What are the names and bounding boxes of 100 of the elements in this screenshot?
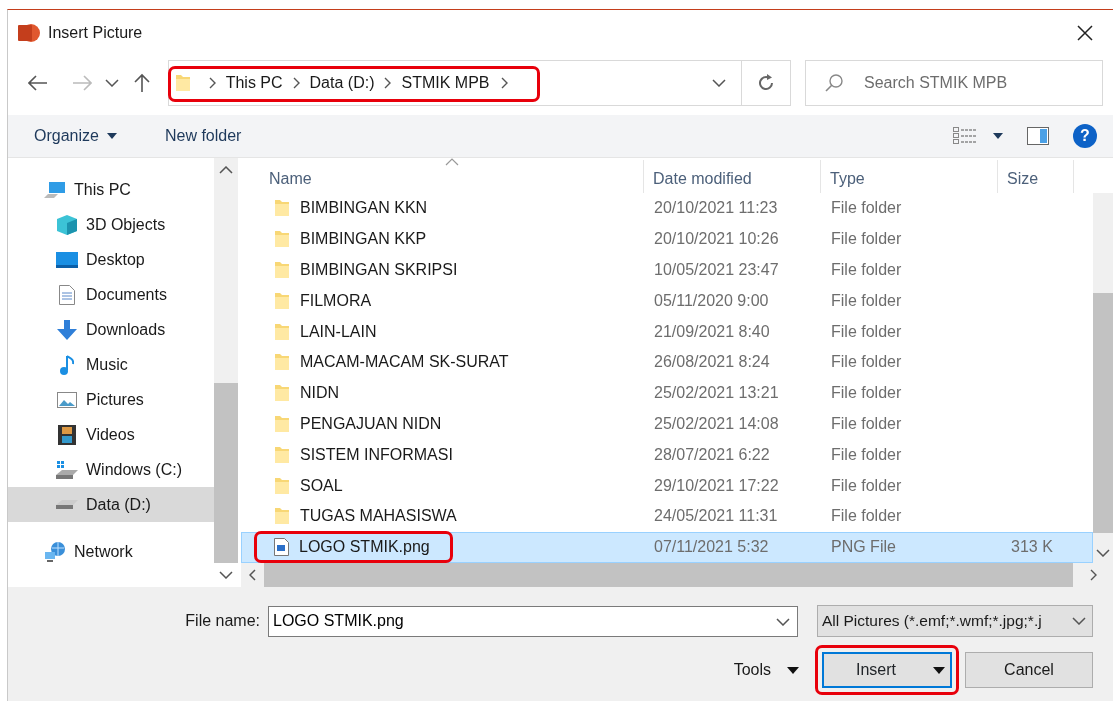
right-arrow-icon (71, 74, 92, 91)
file-name[interactable]: MACAM-MACAM SK-SURAT (300, 350, 509, 375)
file-row[interactable]: SOAL 29/10/2021 17:22 File folder (241, 470, 1093, 501)
folder-icon (274, 322, 290, 341)
file-name[interactable]: BIMBINGAN SKRIPSI (300, 258, 458, 282)
file-name[interactable]: LAIN-LAIN (300, 319, 377, 344)
type-cell-text: File folder (830, 413, 903, 434)
search-icon (825, 73, 843, 92)
breadcrumb-link[interactable]: Data (D:) (305, 70, 379, 95)
left-arrow-icon (27, 74, 48, 91)
globe-icon (44, 541, 66, 562)
app-logo-icon (18, 21, 40, 44)
dropdown-triangle-icon (993, 133, 1003, 139)
folder-icon (274, 507, 290, 526)
refresh-button[interactable] (741, 59, 791, 106)
address-bar[interactable]: This PC Data (D:) STMIK MPB (167, 59, 742, 106)
date-cell-text: 25/02/2021 13:21 (653, 383, 780, 404)
folder-icon (274, 414, 290, 433)
drive-icon (56, 460, 78, 479)
file-row[interactable]: FILMORA 05/11/2020 9:00 File folder (241, 285, 1093, 317)
file-row[interactable]: BIMBINGAN KKP 20/10/2021 10:26 File folder (241, 223, 1093, 255)
date-cell-text: 25/02/2021 14:08 (653, 413, 780, 434)
nav-item[interactable]: This PC (8, 172, 214, 207)
view-options-button[interactable] (953, 127, 977, 145)
folder-icon (274, 199, 290, 218)
file-name[interactable]: SISTEM INFORMASI (300, 442, 453, 467)
new-folder-button[interactable]: New folder (164, 124, 242, 148)
file-row[interactable]: PENGAJUAN NIDN 25/02/2021 14:08 File folder (241, 408, 1093, 440)
close-icon (1077, 24, 1093, 41)
date-cell-text: 10/05/2021 23:47 (653, 260, 780, 280)
breadcrumb-link[interactable]: STMIK MPB (397, 70, 494, 95)
type-cell-text: File folder (830, 383, 903, 404)
column-header[interactable]: Name (241, 160, 644, 193)
window-title: Insert Picture (48, 22, 143, 43)
organize-menu-button[interactable]: Organize (34, 124, 117, 148)
monitor-icon (56, 251, 78, 268)
nav-item[interactable]: Windows (C:) (8, 452, 214, 487)
chevron-down-icon (219, 571, 233, 579)
preview-pane-button[interactable] (1027, 127, 1049, 145)
column-header[interactable]: Type (821, 160, 998, 193)
file-row[interactable]: SISTEM INFORMASI 28/07/2021 6:22 File folder (241, 439, 1093, 471)
file-name[interactable]: TUGAS MAHASISWA (300, 504, 457, 529)
folder-icon (274, 353, 290, 372)
chevron-right-icon (384, 76, 392, 89)
file-row[interactable]: BIMBINGAN SKRIPSI 10/05/2021 23:47 File folder (241, 254, 1093, 286)
type-cell-text: File folder (830, 444, 903, 465)
folder-icon (274, 476, 290, 495)
chevron-right-icon (208, 76, 216, 89)
folder-icon (274, 445, 290, 464)
nav-item[interactable]: Network (8, 534, 214, 569)
scrollbar[interactable] (1093, 193, 1113, 563)
refresh-icon (757, 73, 776, 92)
cancel-button[interactable]: Cancel (965, 652, 1093, 688)
document-icon (59, 284, 75, 305)
folder-icon (274, 230, 290, 249)
down-arrow-icon (57, 319, 77, 340)
size-cell-text: 313 K (1010, 537, 1053, 558)
file-name[interactable]: BIMBINGAN KKP (300, 227, 427, 252)
date-cell-text: 05/11/2020 9:00 (653, 290, 770, 311)
file-row[interactable]: BIMBINGAN KKN 20/10/2021 11:23 File folder (241, 193, 1093, 224)
file-name[interactable]: BIMBINGAN KKN (300, 196, 428, 221)
column-header[interactable]: Size (998, 160, 1074, 193)
file-row[interactable]: MACAM-MACAM SK-SURAT 26/08/2021 8:24 File folder (241, 347, 1093, 378)
search-field[interactable]: Search STMIK MPB (805, 59, 1103, 106)
view-dropdown-button[interactable] (993, 133, 1003, 139)
file-row[interactable]: TUGAS MAHASISWA 24/05/2021 11:31 File folder (241, 500, 1093, 532)
nav-item[interactable]: Music (8, 347, 214, 382)
chevron-down-icon (1072, 617, 1086, 625)
type-cell-text: PNG File (830, 537, 897, 558)
file-row[interactable]: NIDN 25/02/2021 13:21 File folder (241, 377, 1093, 409)
nav-item[interactable]: Desktop (8, 242, 214, 277)
nav-item[interactable]: Downloads (8, 312, 214, 347)
file-name-field[interactable]: LOGO STMIK.png (268, 605, 798, 637)
file-name[interactable]: LOGO STMIK.png (299, 535, 430, 560)
nav-item[interactable]: Data (D:) (8, 487, 214, 522)
scrollbar[interactable] (214, 158, 238, 587)
dropdown-triangle-icon (106, 133, 117, 139)
nav-item[interactable]: Documents (8, 277, 214, 312)
column-header[interactable]: Date modified (644, 160, 821, 193)
nav-item[interactable]: 3D Objects (8, 207, 214, 242)
file-row[interactable]: LAIN-LAIN 21/09/2021 8:40 File folder (241, 316, 1093, 347)
file-name[interactable]: PENGAJUAN NIDN (300, 411, 442, 436)
file-name[interactable]: SOAL (300, 473, 343, 498)
file-row[interactable]: LOGO STMIK.png 07/11/2021 5:32 PNG File 313 K (241, 531, 1093, 563)
date-cell-text: 20/10/2021 10:26 (653, 229, 780, 250)
nav-item[interactable]: Videos (8, 417, 214, 452)
details-view-icon (953, 127, 977, 145)
help-button[interactable]: ? (1073, 124, 1097, 148)
tools-menu-button[interactable]: Tools (733, 658, 799, 682)
nav-item[interactable]: Pictures (8, 382, 214, 417)
date-cell-text: 29/10/2021 17:22 (653, 475, 780, 496)
scrollbar[interactable] (241, 563, 1113, 587)
date-cell-text: 07/11/2021 5:32 (653, 537, 770, 558)
file-name[interactable]: FILMORA (300, 288, 372, 313)
chevron-down-icon (1096, 549, 1110, 557)
file-type-dropdown[interactable]: All Pictures (*.emf;*.wmf;*.jpg;*.j (817, 605, 1093, 637)
chevron-down-icon (104, 78, 119, 87)
type-cell-text: File folder (830, 352, 903, 373)
breadcrumb-link[interactable]: This PC (221, 70, 287, 95)
file-name[interactable]: NIDN (300, 381, 340, 406)
